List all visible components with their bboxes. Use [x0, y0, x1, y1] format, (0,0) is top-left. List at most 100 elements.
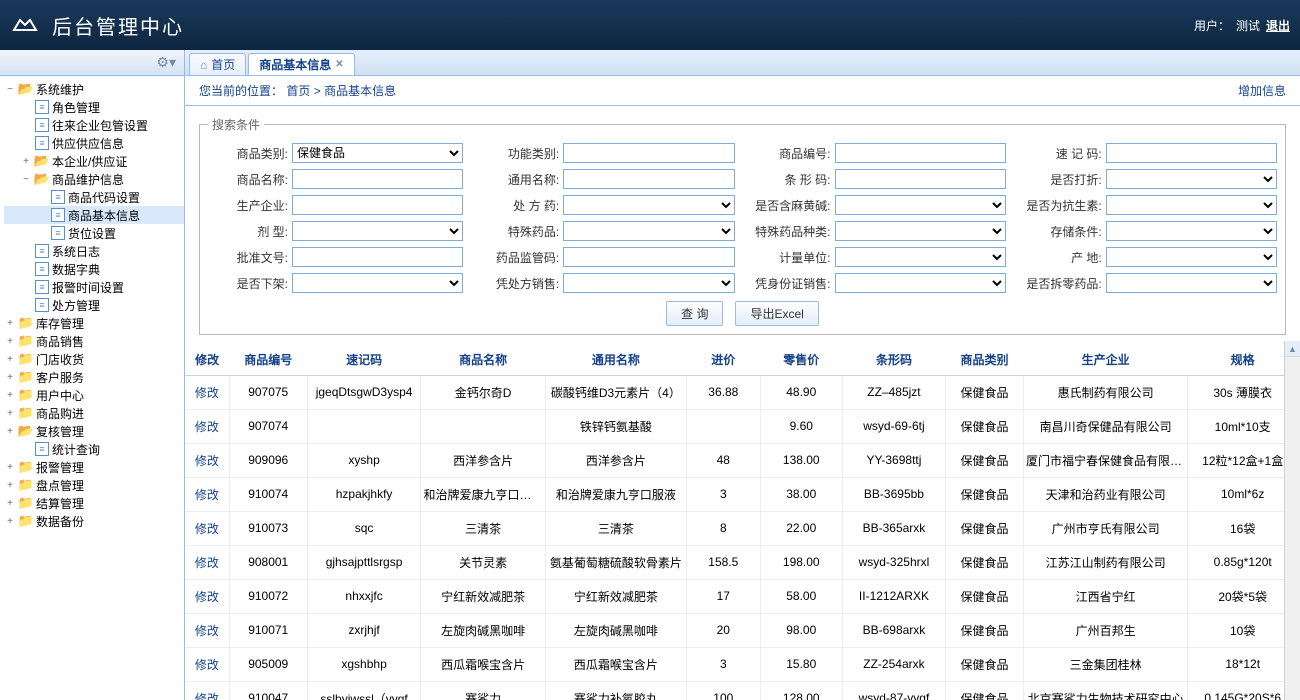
edit-link[interactable]: 修改	[185, 409, 229, 443]
cell-cost: 8	[686, 511, 760, 545]
nav-role[interactable]: 角色管理	[4, 98, 184, 116]
expand-icon[interactable]: +	[4, 495, 16, 511]
expand-icon[interactable]: +	[4, 369, 16, 385]
search-input-approval[interactable]	[292, 247, 463, 267]
col-spec[interactable]: 规格	[1188, 345, 1298, 375]
nav-sys_maint[interactable]: −📂系统维护	[4, 80, 184, 98]
search-input-special_type[interactable]	[835, 221, 1006, 241]
search-input-origin[interactable]	[1106, 247, 1277, 267]
search-input-rx[interactable]	[563, 195, 734, 215]
search-input-delist[interactable]	[292, 273, 463, 293]
edit-link[interactable]: 修改	[185, 545, 229, 579]
search-input-nonrx_sale[interactable]	[563, 273, 734, 293]
search-row-generic: 通用名称:	[479, 169, 734, 189]
search-input-unit[interactable]	[835, 247, 1006, 267]
search-input-split[interactable]	[1106, 273, 1277, 293]
nav-prod_code[interactable]: 商品代码设置	[4, 188, 184, 206]
expand-icon[interactable]: +	[4, 405, 16, 421]
nav-purchase[interactable]: +📁商品购进	[4, 404, 184, 422]
col-cat[interactable]: 商品类别	[946, 345, 1024, 375]
vertical-scrollbar[interactable]: ▲	[1284, 341, 1300, 700]
nav-recheck[interactable]: +📂复核管理	[4, 422, 184, 440]
expand-icon[interactable]: +	[4, 423, 16, 439]
search-input-func[interactable]	[563, 143, 734, 163]
cell-cat: 保健食品	[946, 511, 1024, 545]
search-input-name[interactable]	[292, 169, 463, 189]
add-info-link[interactable]: 增加信息	[1238, 82, 1286, 99]
search-input-special[interactable]	[563, 221, 734, 241]
nav-sales[interactable]: +📁商品销售	[4, 332, 184, 350]
expand-icon[interactable]: +	[20, 153, 32, 169]
breadcrumb-home[interactable]: 首页	[286, 84, 310, 98]
col-retail[interactable]: 零售价	[760, 345, 842, 375]
search-input-mnemonic[interactable]	[1106, 143, 1277, 163]
nav-inventory[interactable]: +📁盘点管理	[4, 476, 184, 494]
col-code[interactable]: 商品编号	[229, 345, 307, 375]
nav-dict[interactable]: 数据字典	[4, 260, 184, 278]
gear-icon[interactable]: ⚙▾	[156, 54, 176, 71]
col-mnemonic[interactable]: 速记码	[307, 345, 421, 375]
search-button[interactable]: 查 询	[666, 301, 723, 326]
nav-vendor[interactable]: 往来企业包管设置	[4, 116, 184, 134]
nav-supply[interactable]: 供应供应信息	[4, 134, 184, 152]
col-name[interactable]: 商品名称	[421, 345, 545, 375]
search-input-code[interactable]	[835, 143, 1006, 163]
search-input-storage[interactable]	[1106, 221, 1277, 241]
search-input-discount[interactable]	[1106, 169, 1277, 189]
search-input-drugcode[interactable]	[563, 247, 734, 267]
edit-link[interactable]: 修改	[185, 375, 229, 409]
nav-cmp[interactable]: +📂本企业/供应证	[4, 152, 184, 170]
tab-product-basic[interactable]: 商品基本信息 ✕	[248, 53, 354, 75]
expand-icon[interactable]: −	[4, 81, 16, 97]
edit-link[interactable]: 修改	[185, 613, 229, 647]
nav-user[interactable]: +📁用户中心	[4, 386, 184, 404]
expand-icon[interactable]: +	[4, 315, 16, 331]
search-input-antibiotic[interactable]	[1106, 195, 1277, 215]
cell-mnemonic: nhxxjfc	[307, 579, 421, 613]
nav-settle[interactable]: +📁结算管理	[4, 494, 184, 512]
search-input-mfr[interactable]	[292, 195, 463, 215]
col-mfr[interactable]: 生产企业	[1024, 345, 1188, 375]
nav-syslog[interactable]: 系统日志	[4, 242, 184, 260]
scroll-up-icon[interactable]: ▲	[1285, 341, 1300, 357]
nav-cust[interactable]: +📁客户服务	[4, 368, 184, 386]
tab-home[interactable]: ⌂ 首页	[189, 53, 246, 75]
search-input-ephedrine[interactable]	[835, 195, 1006, 215]
nav-prod_basic[interactable]: 商品基本信息	[4, 206, 184, 224]
expand-icon[interactable]: +	[4, 387, 16, 403]
expand-icon[interactable]: −	[20, 171, 32, 187]
col-barcode[interactable]: 条形码	[842, 345, 945, 375]
col-generic[interactable]: 通用名称	[545, 345, 686, 375]
cell-generic: 铁锌钙氨基酸	[545, 409, 686, 443]
nav-store[interactable]: +📁门店收货	[4, 350, 184, 368]
search-input-barcode[interactable]	[835, 169, 1006, 189]
nav-alarm[interactable]: 报警时间设置	[4, 278, 184, 296]
edit-link[interactable]: 修改	[185, 477, 229, 511]
nav-backup[interactable]: +📁数据备份	[4, 512, 184, 530]
search-input-dosage[interactable]	[292, 221, 463, 241]
logout-link[interactable]: 退出	[1266, 17, 1290, 34]
nav-stats[interactable]: 统计查询	[4, 440, 184, 458]
export-excel-button[interactable]: 导出Excel	[735, 301, 818, 326]
search-input-generic[interactable]	[563, 169, 734, 189]
edit-link[interactable]: 修改	[185, 443, 229, 477]
nav-stock[interactable]: +📁库存管理	[4, 314, 184, 332]
col-cost[interactable]: 进价	[686, 345, 760, 375]
edit-link[interactable]: 修改	[185, 647, 229, 681]
expand-icon[interactable]: +	[4, 477, 16, 493]
edit-link[interactable]: 修改	[185, 511, 229, 545]
edit-link[interactable]: 修改	[185, 681, 229, 700]
nav-prod_maint[interactable]: −📂商品维护信息	[4, 170, 184, 188]
col-edit[interactable]: 修改	[185, 345, 229, 375]
expand-icon[interactable]: +	[4, 351, 16, 367]
nav-alarm_mgmt[interactable]: +📁报警管理	[4, 458, 184, 476]
expand-icon[interactable]: +	[4, 333, 16, 349]
edit-link[interactable]: 修改	[185, 579, 229, 613]
close-icon[interactable]: ✕	[335, 59, 343, 70]
expand-icon[interactable]: +	[4, 459, 16, 475]
nav-slot[interactable]: 货位设置	[4, 224, 184, 242]
nav-rx[interactable]: 处方管理	[4, 296, 184, 314]
search-input-id_sale[interactable]	[835, 273, 1006, 293]
expand-icon[interactable]: +	[4, 513, 16, 529]
search-input-cat[interactable]: 保健食品	[292, 143, 463, 163]
